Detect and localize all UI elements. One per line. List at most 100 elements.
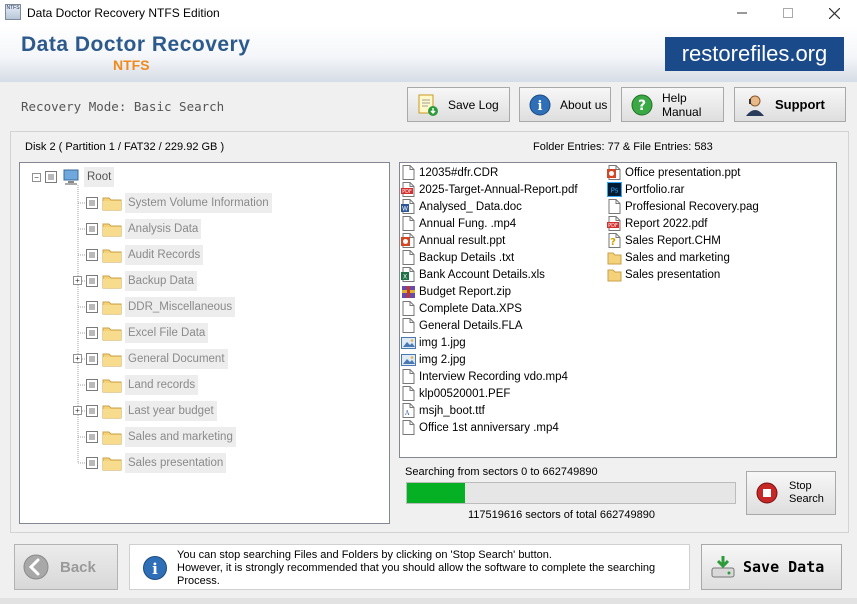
file-list-item[interactable]: Ps Portfolio.rar: [607, 181, 684, 198]
folder-checkbox[interactable]: [86, 197, 98, 209]
stop-icon: [756, 482, 778, 504]
file-list-item[interactable]: PDF 2025-Target-Annual-Report.pdf: [401, 181, 578, 198]
folder-checkbox[interactable]: [86, 223, 98, 235]
tree-connector: [78, 462, 86, 464]
file-icon: [402, 318, 415, 333]
tree-connector: [78, 332, 86, 334]
file-list-item[interactable]: 12035#dfr.CDR: [401, 164, 498, 181]
file-list-item[interactable]: Office presentation.ppt: [607, 164, 741, 181]
file-list-item[interactable]: Annual Fung. .mp4: [401, 215, 516, 232]
tree-folder-row[interactable]: + General Document: [73, 347, 228, 371]
file-name: Report 2022.pdf: [625, 217, 708, 230]
save-log-label: Save Log: [448, 97, 499, 112]
file-name: msjh_boot.ttf: [419, 404, 485, 417]
help-manual-button[interactable]: ? Help Manual: [621, 87, 724, 122]
file-list[interactable]: 12035#dfr.CDR PDF 2025-Target-Annual-Repor…: [399, 162, 837, 458]
file-name: img 1.jpg: [419, 336, 466, 349]
website-badge[interactable]: restorefiles.org: [665, 37, 844, 71]
folder-checkbox[interactable]: [86, 431, 98, 443]
help-manual-label: Help Manual: [662, 90, 702, 119]
file-name: Bank Account Details.xls: [419, 268, 545, 281]
tree-folder-row[interactable]: Analysis Data: [78, 217, 202, 241]
folder-checkbox[interactable]: [86, 327, 98, 339]
file-list-item[interactable]: img 2.jpg: [401, 351, 466, 368]
tree-folder-row[interactable]: DDR_Miscellaneous: [78, 295, 236, 319]
file-list-item[interactable]: X Bank Account Details.xls: [401, 266, 545, 283]
expand-toggle[interactable]: +: [73, 354, 82, 363]
file-list-item[interactable]: Amsjh_boot.ttf: [401, 402, 485, 419]
tree-folder-row[interactable]: Land records: [78, 373, 199, 397]
about-us-button[interactable]: i About us: [519, 87, 611, 122]
file-name: Office presentation.ppt: [625, 166, 741, 179]
folder-checkbox[interactable]: [86, 457, 98, 469]
stop-search-button[interactable]: Stop Search: [746, 471, 836, 515]
file-list-item[interactable]: PDF Report 2022.pdf: [607, 215, 707, 232]
folder-checkbox[interactable]: [86, 405, 98, 417]
app-icon: NTFS: [5, 4, 21, 20]
font-icon: A: [402, 403, 415, 418]
root-checkbox[interactable]: [45, 171, 57, 183]
svg-text:PDF: PDF: [608, 223, 618, 229]
folder-icon: [102, 457, 122, 471]
minimize-button[interactable]: [719, 0, 765, 26]
file-list-item[interactable]: W Analysed_ Data.doc: [401, 198, 522, 215]
folder-checkbox[interactable]: [86, 249, 98, 261]
close-button[interactable]: [811, 0, 857, 26]
tree-folder-row[interactable]: Excel File Data: [78, 321, 209, 345]
save-log-button[interactable]: Save Log: [407, 87, 510, 122]
folder-tree[interactable]: − Root System Volume Information Analysis…: [19, 162, 390, 524]
save-data-button[interactable]: Save Data: [701, 544, 842, 590]
file-list-item[interactable]: Interview Recording vdo.mp4: [401, 368, 568, 385]
svg-text:i: i: [152, 560, 158, 578]
file-list-item[interactable]: Budget Report.zip: [401, 283, 511, 300]
image-icon: [401, 354, 416, 366]
tree-folder-row[interactable]: Sales presentation: [78, 451, 227, 475]
file-name: Sales presentation: [625, 268, 721, 281]
file-list-item[interactable]: Proffesional Recovery.pag: [607, 198, 759, 215]
recovery-mode-label: Recovery Mode: Basic Search: [21, 99, 225, 114]
ppt-icon: [401, 233, 415, 248]
expand-toggle[interactable]: +: [73, 276, 82, 285]
file-list-item[interactable]: klp00520001.PEF: [401, 385, 510, 402]
support-button[interactable]: Support: [734, 87, 846, 122]
file-name: Portfolio.rar: [625, 183, 685, 196]
file-name: Analysed_ Data.doc: [419, 200, 522, 213]
maximize-button[interactable]: [765, 0, 811, 26]
xls-icon: X: [401, 267, 415, 282]
tree-folder-row[interactable]: + Last year budget: [73, 399, 217, 423]
file-list-item[interactable]: Annual result.ppt: [401, 232, 505, 249]
file-list-item[interactable]: Complete Data.XPS: [401, 300, 522, 317]
svg-text:?: ?: [610, 237, 616, 248]
tree-folder-label: System Volume Information: [125, 193, 272, 213]
file-list-item[interactable]: Sales presentation: [607, 266, 720, 283]
tree-folder-row[interactable]: + Backup Data: [73, 269, 197, 293]
back-button[interactable]: Back: [14, 544, 118, 590]
svg-text:i: i: [538, 99, 543, 114]
file-list-item[interactable]: Sales and marketing: [607, 249, 730, 266]
tree-root-row[interactable]: − Root: [32, 165, 115, 189]
support-label: Support: [775, 97, 825, 112]
expand-toggle[interactable]: +: [73, 406, 82, 415]
file-list-item[interactable]: ? Sales Report.CHM: [607, 232, 721, 249]
tree-folder-row[interactable]: System Volume Information: [78, 191, 272, 215]
tree-folder-label: General Document: [125, 349, 228, 369]
tree-folder-row[interactable]: Audit Records: [78, 243, 204, 267]
file-name: Office 1st anniversary .mp4: [419, 421, 559, 434]
search-progress-bar: [406, 482, 736, 504]
tree-folder-row[interactable]: Sales and marketing: [78, 425, 236, 449]
file-name: Proffesional Recovery.pag: [625, 200, 759, 213]
computer-icon: [63, 169, 79, 185]
file-list-item[interactable]: Backup Details .txt: [401, 249, 514, 266]
folder-checkbox[interactable]: [86, 353, 98, 365]
file-icon: [402, 369, 415, 384]
back-label: Back: [60, 558, 96, 576]
file-icon: [402, 420, 415, 435]
folder-checkbox[interactable]: [86, 301, 98, 313]
file-list-item[interactable]: Office 1st anniversary .mp4: [401, 419, 559, 436]
folder-checkbox[interactable]: [86, 275, 98, 287]
folder-checkbox[interactable]: [86, 379, 98, 391]
file-list-item[interactable]: General Details.FLA: [401, 317, 523, 334]
file-icon: [402, 301, 415, 316]
collapse-toggle[interactable]: −: [32, 172, 41, 182]
file-list-item[interactable]: img 1.jpg: [401, 334, 466, 351]
